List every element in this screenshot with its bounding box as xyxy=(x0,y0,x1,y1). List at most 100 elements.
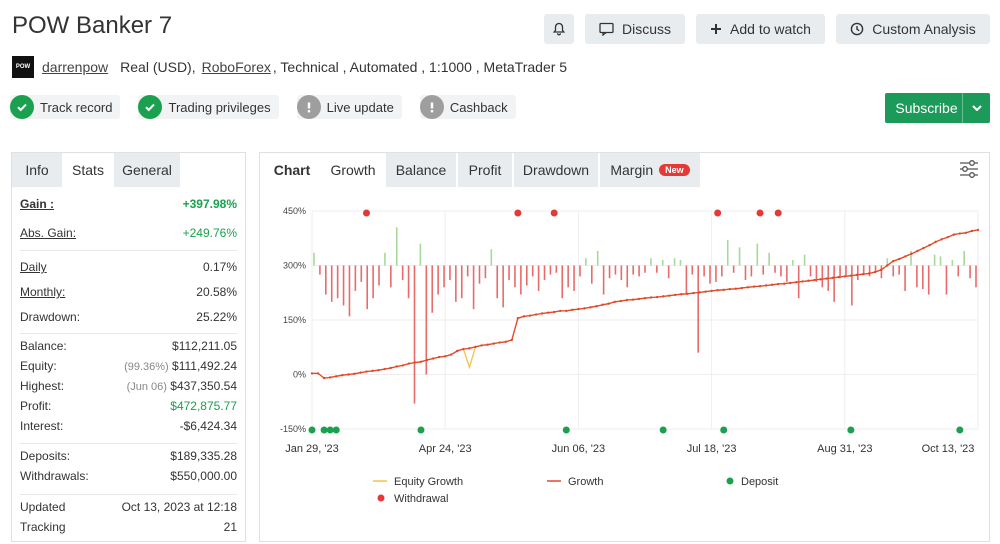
monthly-value: 20.58% xyxy=(196,285,237,299)
growth-point xyxy=(964,231,968,234)
legend-withdrawal[interactable]: Withdrawal xyxy=(377,493,449,505)
daily-bar xyxy=(927,265,930,295)
growth-point xyxy=(401,364,405,367)
growth-chart[interactable]: 450% 300% 150% 0% -150% Jan 29, '23 Apr 24, '… xyxy=(260,187,989,541)
check-icon xyxy=(138,95,163,119)
growth-point xyxy=(855,273,859,277)
highest-row: Highest: (Jun 06) $437,350.54 xyxy=(20,376,237,396)
daily-bar xyxy=(401,265,404,281)
stats-panel: Info Stats General Gain : +397.98% Abs. … xyxy=(11,152,246,542)
tab-profit[interactable]: Profit xyxy=(458,153,512,187)
subscribe-dropdown-toggle[interactable] xyxy=(962,93,990,123)
daily-bar xyxy=(898,265,900,275)
growth-point xyxy=(789,281,792,285)
growth-point xyxy=(389,366,392,370)
chart-panel: Chart Growth Balance Profit Drawdown Mar… xyxy=(259,152,990,542)
growth-point xyxy=(879,268,883,272)
highest-label: Highest: xyxy=(20,379,65,393)
growth-point xyxy=(764,284,768,287)
chart-settings-button[interactable] xyxy=(959,160,979,181)
interest-value: -$6,424.34 xyxy=(179,419,237,433)
subscribe-label: Subscribe xyxy=(895,100,958,116)
growth-point xyxy=(758,285,762,288)
daily-bar xyxy=(342,265,345,306)
badge-cashback[interactable]: Cashback xyxy=(419,95,516,119)
deposit-marker xyxy=(720,426,728,434)
growth-point xyxy=(534,313,538,316)
tab-drawdown[interactable]: Drawdown xyxy=(514,153,598,187)
discuss-button[interactable]: Discuss xyxy=(585,14,685,44)
daily-bar xyxy=(585,258,587,266)
discuss-label: Discuss xyxy=(621,21,671,37)
daily-bar xyxy=(715,265,717,282)
account-info-line: POW darrenpow Real (USD), RoboForex , Te… xyxy=(12,56,567,78)
y-tick-label: 450% xyxy=(283,206,306,216)
daily-bar xyxy=(460,265,463,299)
daily-bar xyxy=(673,258,676,266)
badge-track-record[interactable]: Track record xyxy=(10,95,121,119)
drawdown-value: 25.22% xyxy=(196,310,237,324)
badge-trading-privileges[interactable]: Trading privileges xyxy=(138,95,279,119)
x-axis-labels: Jan 29, '23 Apr 24, '23 Jun 06, '23 Jul 18,… xyxy=(285,443,974,455)
daily-bar xyxy=(939,256,942,266)
logo-text: POW xyxy=(15,64,31,70)
add-to-watch-button[interactable]: Add to watch xyxy=(696,14,825,44)
tab-balance[interactable]: Balance xyxy=(386,153,456,187)
growth-point xyxy=(322,376,326,380)
growth-point xyxy=(946,235,949,239)
growth-point xyxy=(559,309,562,313)
add-to-watch-label: Add to watch xyxy=(730,21,811,37)
withdrawal-marker xyxy=(514,209,522,217)
daily-bar xyxy=(845,265,847,277)
deposit-marker xyxy=(332,426,340,434)
badge-live-update[interactable]: Live update xyxy=(296,95,402,119)
growth-point xyxy=(552,310,556,314)
author-logo[interactable]: POW xyxy=(12,56,34,78)
monthly-label[interactable]: Monthly: xyxy=(20,285,65,299)
subscribe-button[interactable]: Subscribe xyxy=(885,93,990,123)
tab-chart[interactable]: Chart xyxy=(264,153,320,187)
legend-growth[interactable]: Growth xyxy=(547,476,603,488)
daily-bar xyxy=(496,265,499,299)
notification-bell-button[interactable] xyxy=(544,14,574,44)
daily-bar xyxy=(313,252,315,266)
daily-bar xyxy=(851,265,853,306)
growth-point xyxy=(341,374,344,377)
author-link[interactable]: darrenpow xyxy=(42,59,108,75)
tab-margin[interactable]: Margin New xyxy=(600,153,700,187)
tab-info[interactable]: Info xyxy=(12,153,62,187)
daily-bar xyxy=(638,265,640,277)
daily-bar xyxy=(709,265,711,284)
tab-general[interactable]: General xyxy=(114,153,180,187)
abs-gain-label[interactable]: Abs. Gain: xyxy=(20,226,76,240)
daily-bar xyxy=(726,240,729,266)
tab-stats[interactable]: Stats xyxy=(62,153,114,187)
daily-bars xyxy=(313,227,977,404)
growth-point xyxy=(668,294,671,297)
tab-growth[interactable]: Growth xyxy=(322,153,384,187)
growth-point xyxy=(928,243,931,247)
daily-bar xyxy=(567,265,569,288)
x-tick-label: Apr 24, '23 xyxy=(419,443,472,455)
deposit-marker xyxy=(417,426,425,434)
daily-label[interactable]: Daily xyxy=(20,260,47,274)
daily-bar xyxy=(880,265,883,279)
growth-lines xyxy=(310,228,980,380)
legend-equity-growth[interactable]: Equity Growth xyxy=(373,476,463,488)
growth-point xyxy=(861,273,865,276)
daily-bar xyxy=(425,265,428,375)
growth-point xyxy=(952,233,955,236)
legend-deposit[interactable]: Deposit xyxy=(726,476,779,488)
badge-label: Trading privileges xyxy=(168,99,271,115)
daily-bar xyxy=(472,265,475,310)
status-badges: Track record Trading privileges Live upd… xyxy=(10,95,516,119)
growth-point xyxy=(795,281,798,284)
daily-bar xyxy=(868,265,871,277)
growth-point xyxy=(867,272,871,275)
equity-growth-line xyxy=(312,229,979,379)
custom-analysis-button[interactable]: Custom Analysis xyxy=(836,14,990,44)
gain-label[interactable]: Gain : xyxy=(20,197,54,211)
monthly-row: Monthly: 20.58% xyxy=(20,279,237,305)
broker-link[interactable]: RoboForex xyxy=(202,59,271,75)
growth-point xyxy=(577,307,580,311)
